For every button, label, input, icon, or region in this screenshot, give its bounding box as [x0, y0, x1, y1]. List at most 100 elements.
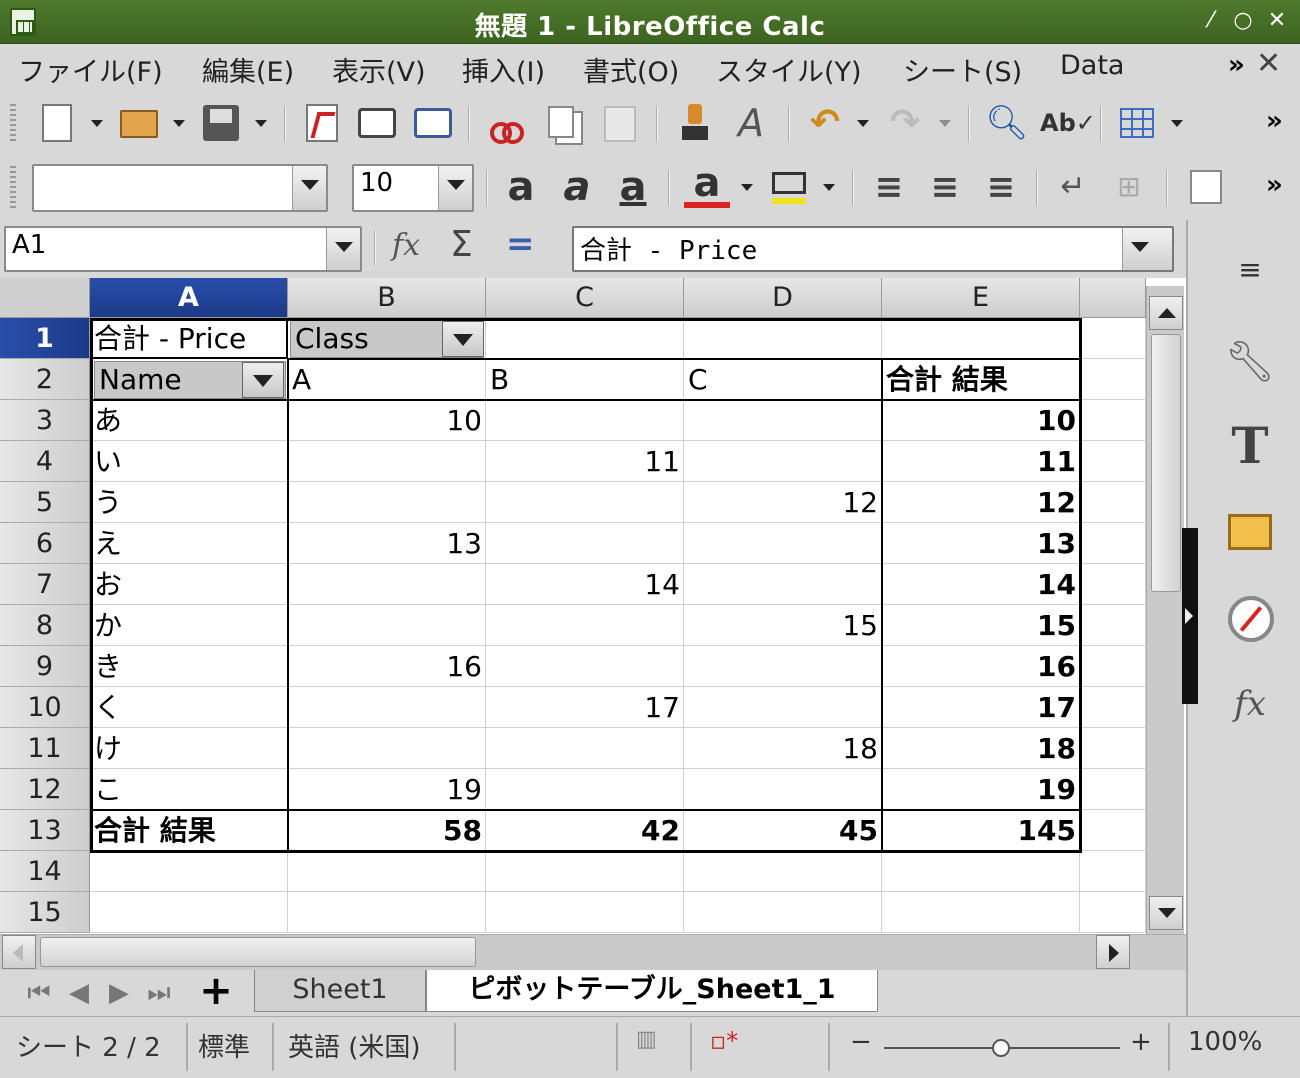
column-header-b[interactable]: B	[288, 278, 486, 318]
pivot-value-cell[interactable]	[684, 523, 882, 564]
row-header-11[interactable]: 11	[0, 728, 90, 769]
cell[interactable]	[486, 851, 684, 892]
cell[interactable]	[1080, 810, 1146, 851]
pivot-value-cell[interactable]	[486, 646, 684, 687]
add-sheet-button[interactable]: +	[196, 971, 236, 1012]
row-header-7[interactable]: 7	[0, 564, 90, 605]
active-cell-cursor[interactable]	[90, 318, 288, 359]
row-field-filter-icon[interactable]	[242, 362, 284, 398]
navigator-icon[interactable]	[1222, 590, 1278, 646]
cell[interactable]	[1080, 687, 1146, 728]
pivot-row-total-cell[interactable]: 18	[882, 728, 1080, 769]
column-header-e[interactable]: E	[882, 278, 1080, 318]
pivot-value-cell[interactable]: 12	[684, 482, 882, 523]
paste-icon[interactable]	[596, 100, 642, 146]
save-icon[interactable]	[198, 100, 244, 146]
maximize-button[interactable]: ○	[1228, 6, 1258, 36]
row-header-14[interactable]: 14	[0, 851, 90, 892]
properties-icon[interactable]: ≡	[1222, 242, 1278, 298]
cell[interactable]	[288, 892, 486, 933]
cell[interactable]	[90, 892, 288, 933]
column-header-c[interactable]: C	[486, 278, 684, 318]
pivot-row-total-cell[interactable]: 13	[882, 523, 1080, 564]
cell[interactable]	[1080, 482, 1146, 523]
row-header-13[interactable]: 13	[0, 810, 90, 851]
menu-styles[interactable]: スタイル(Y)	[716, 50, 862, 89]
pivot-row-total-cell[interactable]: 15	[882, 605, 1080, 646]
pivot-value-cell[interactable]	[486, 728, 684, 769]
menu-view[interactable]: 表示(V)	[332, 50, 426, 89]
pivot-grand-total-label[interactable]: 合計 結果	[90, 810, 288, 851]
scroll-down-icon[interactable]	[1149, 896, 1183, 930]
vertical-scrollbar[interactable]	[1146, 286, 1184, 934]
formula-icon[interactable]: =	[506, 224, 535, 264]
wrench-icon[interactable]: 🔧︎	[1222, 334, 1278, 390]
spelling-icon[interactable]: Ab✓	[1040, 100, 1096, 146]
close-window-button[interactable]: ✕	[1262, 6, 1292, 36]
open-folder-icon[interactable]	[116, 100, 162, 146]
pivot-value-cell[interactable]	[486, 523, 684, 564]
selection-mode-icon[interactable]: ▥	[636, 1027, 657, 1052]
pivot-row-total-cell[interactable]: 14	[882, 564, 1080, 605]
chevron-down-icon[interactable]	[292, 166, 326, 210]
pivot-row-total-cell[interactable]: 19	[882, 769, 1080, 810]
scroll-left-icon[interactable]	[2, 935, 36, 969]
column-header-d[interactable]: D	[684, 278, 882, 318]
pivot-row-label[interactable]: け	[90, 728, 288, 769]
zoom-slider[interactable]	[884, 1039, 1120, 1057]
chevron-down-icon[interactable]	[326, 228, 360, 270]
menu-format[interactable]: 書式(O)	[583, 50, 679, 89]
row-header-12[interactable]: 12	[0, 769, 90, 810]
horizontal-scroll-thumb[interactable]	[40, 937, 476, 967]
menu-edit[interactable]: 編集(E)	[202, 50, 294, 89]
pivot-value-cell[interactable]	[288, 564, 486, 605]
menu-insert[interactable]: 挿入(I)	[462, 50, 545, 89]
top-align-icon[interactable]	[1184, 164, 1230, 210]
pivot-value-cell[interactable]	[684, 441, 882, 482]
toolbar-grip[interactable]	[10, 166, 16, 208]
cell[interactable]	[882, 318, 1080, 359]
pivot-grand-total-cell[interactable]: 45	[684, 810, 882, 851]
cell[interactable]	[1080, 441, 1146, 482]
cell[interactable]	[882, 892, 1080, 933]
save-dropdown-icon[interactable]	[254, 116, 268, 130]
pivot-row-total-cell[interactable]: 17	[882, 687, 1080, 728]
pivot-row-label[interactable]: い	[90, 441, 288, 482]
wrap-text-icon[interactable]: ↵	[1050, 164, 1096, 210]
row-header-10[interactable]: 10	[0, 687, 90, 728]
open-dropdown-icon[interactable]	[172, 116, 186, 130]
column-field-filter-icon[interactable]	[442, 321, 484, 357]
pivot-row-label[interactable]: あ	[90, 400, 288, 441]
new-dropdown-icon[interactable]	[90, 116, 104, 130]
function-wizard-icon[interactable]: fx	[392, 228, 420, 263]
pivot-row-label[interactable]: う	[90, 482, 288, 523]
pivot-value-cell[interactable]: 14	[486, 564, 684, 605]
cell[interactable]	[684, 318, 882, 359]
underline-icon[interactable]: a	[610, 164, 656, 210]
pivot-value-cell[interactable]: 11	[486, 441, 684, 482]
redo-dropdown-icon[interactable]	[938, 116, 952, 130]
pivot-value-cell[interactable]	[684, 687, 882, 728]
pivot-row-label[interactable]: く	[90, 687, 288, 728]
zoom-slider-knob[interactable]	[992, 1039, 1010, 1057]
pivot-row-label[interactable]: お	[90, 564, 288, 605]
table-grid-icon[interactable]	[1114, 100, 1160, 146]
background-color-icon[interactable]	[766, 164, 812, 210]
redo-icon[interactable]: ↷	[882, 100, 928, 146]
tab-pivot-table[interactable]: ピボットテーブル_Sheet1_1	[426, 970, 878, 1012]
language-status[interactable]: 英語 (米国)	[288, 1027, 421, 1064]
cell[interactable]	[684, 851, 882, 892]
cell[interactable]	[90, 851, 288, 892]
undo-icon[interactable]: ↶	[802, 100, 848, 146]
pivot-column-header[interactable]: B	[486, 359, 684, 400]
pivot-value-cell[interactable]	[486, 769, 684, 810]
cell[interactable]	[288, 851, 486, 892]
cell[interactable]	[1080, 769, 1146, 810]
spreadsheet-grid[interactable]: A B C D E 1 2 3 4 5 6 7 8 9 10 11 12 13 14 15 合計 - Price Clas…	[0, 278, 1186, 934]
pivot-value-cell[interactable]	[288, 605, 486, 646]
pivot-grand-total-cell[interactable]: 42	[486, 810, 684, 851]
name-box[interactable]: A1	[4, 226, 362, 272]
scroll-up-icon[interactable]	[1149, 296, 1183, 330]
cell[interactable]	[684, 892, 882, 933]
cell[interactable]	[1080, 318, 1146, 359]
